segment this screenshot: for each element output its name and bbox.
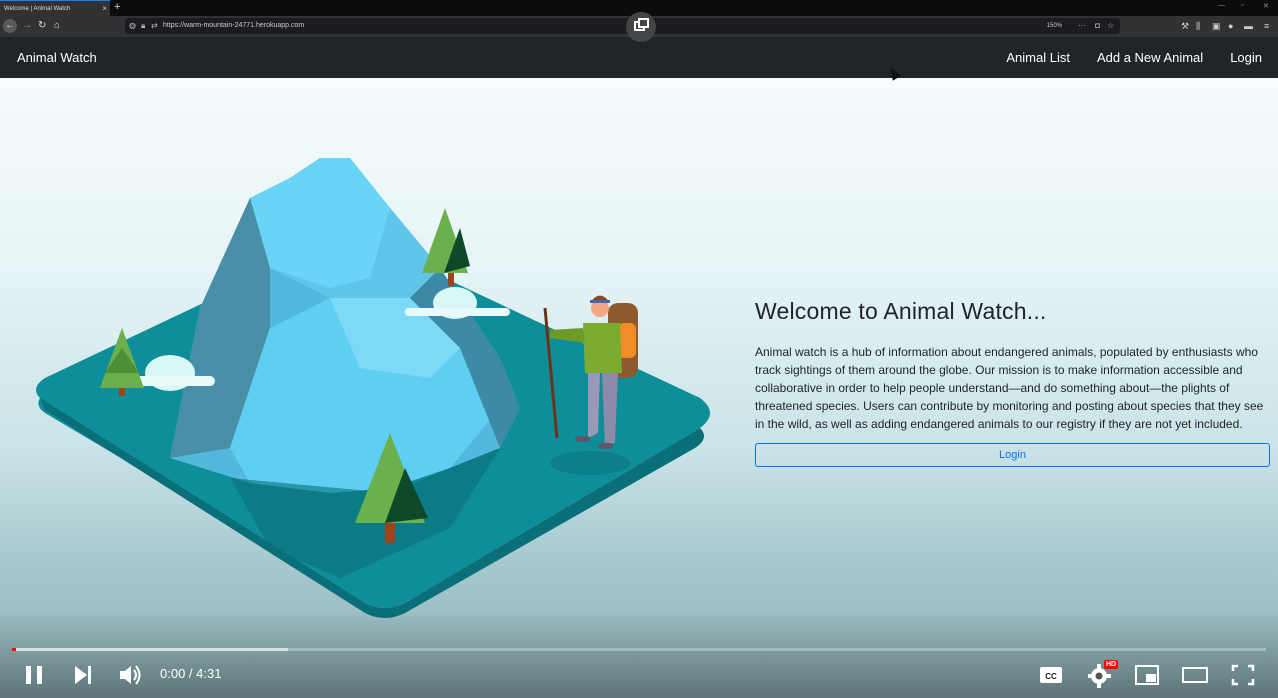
video-timecode: 0:00 / 4:31 [160,666,222,681]
bookmark-star-icon[interactable]: ☆ [1107,18,1114,34]
screen: Welcome | Animal Watch × + — ▫ ✕ ← → ↻ ⌂… [0,0,1278,698]
url-text: https://warm-mountain-24771.herokuapp.co… [163,22,305,29]
menu-icon[interactable]: ≡ [1264,19,1269,33]
shield-icon[interactable]: ◍ [129,18,136,34]
miniplayer-icon[interactable] [1134,660,1160,690]
played-progress [12,648,16,651]
pocket-icon[interactable]: ◘ [1095,18,1100,34]
lock-icon[interactable]: 🔒︎ [141,18,145,34]
video-progress-bar[interactable] [12,648,1266,651]
url-bar[interactable]: ◍ 🔒︎ ⇄ https://warm-mountain-24771.herok… [125,18,1120,34]
nav-link-login[interactable]: Login [1230,37,1262,78]
browser-tab[interactable]: Welcome | Animal Watch × [0,0,110,16]
fullscreen-icon[interactable] [1231,660,1255,690]
back-icon[interactable]: ← [3,19,17,33]
pause-button[interactable] [26,660,44,690]
page-title: Welcome to Animal Watch... [755,298,1047,324]
welcome-panel: Welcome to Animal Watch... Animal watch … [755,298,1270,467]
library-icon[interactable]: ⫼ [1196,19,1200,33]
window-close-icon[interactable]: ✕ [1263,2,1269,10]
theater-mode-icon[interactable] [1181,660,1209,690]
buffered-progress [12,648,288,651]
permissions-icon[interactable]: ⇄ [151,18,158,34]
captions-label: CC [1045,672,1057,681]
intro-paragraph: Animal watch is a hub of information abo… [755,345,1264,431]
zoom-level[interactable]: 150% [1047,18,1062,34]
nav-link-add-animal[interactable]: Add a New Animal [1097,37,1203,78]
volume-icon[interactable] [118,660,144,690]
tab-close-icon[interactable]: × [102,1,107,17]
home-icon[interactable]: ⌂ [54,19,60,33]
reload-icon[interactable]: ↻ [38,19,46,33]
minimize-icon[interactable]: — [1218,2,1225,9]
sidebar-icon[interactable]: ▣ [1212,19,1221,33]
picture-in-picture-toggle-icon[interactable] [626,12,656,42]
page-actions-icon[interactable]: ··· [1078,18,1086,34]
extension-icon[interactable]: ▬ [1244,19,1253,33]
nav-links: Animal List Add a New Animal Login [1006,37,1278,78]
maximize-icon[interactable]: ▫ [1241,2,1243,9]
login-button[interactable]: Login [755,443,1270,467]
tab-title: Welcome | Animal Watch [4,6,71,12]
brand-logo[interactable]: Animal Watch [17,37,97,78]
hero-section: Welcome to Animal Watch... Animal watch … [0,78,1278,698]
mountain-hiker-illustration [36,158,710,618]
account-icon[interactable]: ● [1228,19,1233,33]
new-tab-icon[interactable]: + [114,0,120,15]
next-video-button[interactable] [72,660,94,690]
captions-icon[interactable]: CC [1039,660,1063,690]
video-controls-backdrop [0,610,1278,698]
forward-icon[interactable]: → [22,19,32,33]
hd-badge: HD [1104,660,1119,669]
site-navbar: Animal Watch Animal List Add a New Anima… [0,37,1278,78]
tools-icon[interactable]: ⚒ [1181,19,1189,33]
nav-link-animal-list[interactable]: Animal List [1006,37,1070,78]
